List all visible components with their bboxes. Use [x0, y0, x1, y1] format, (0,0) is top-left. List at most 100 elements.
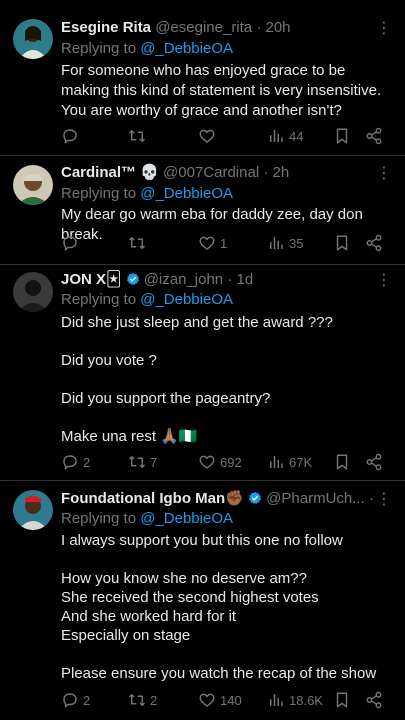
- retweet-icon: [128, 237, 146, 249]
- retweet-button[interactable]: [128, 126, 150, 146]
- reply-button[interactable]: 2: [61, 690, 90, 710]
- share-icon: [366, 691, 382, 709]
- replying-to-prefix: Replying to: [61, 40, 141, 57]
- tweet[interactable]: JON X🃏 @izan_john · 1d ⋮ Replying to @_D…: [0, 265, 405, 480]
- avatar[interactable]: [13, 272, 53, 312]
- tweet-header: Foundational Igbo Man✊🏾 @PharmUch... · 1…: [61, 489, 377, 509]
- replying-to: Replying to @_DebbieOA: [61, 39, 233, 59]
- reply-icon: [63, 693, 77, 708]
- tweet-text: Did she just sleep and get the award ???…: [61, 313, 393, 446]
- verified-icon: [126, 272, 139, 286]
- tweet-text-line: Make una rest 🙏🏽🇳🇬: [61, 428, 198, 445]
- display-name[interactable]: Cardinal™ 💀: [61, 164, 159, 181]
- like-button[interactable]: 1: [198, 233, 227, 253]
- tweet-text-line: Did you vote ?: [61, 352, 157, 369]
- tweet-text-line: Did she just sleep and get the award ???: [61, 314, 333, 331]
- bookmark-button[interactable]: [333, 233, 351, 253]
- handle[interactable]: @PharmUch...: [266, 490, 365, 507]
- separator-dot: ·: [368, 490, 374, 507]
- avatar[interactable]: [13, 19, 53, 59]
- tweet-text-line: For someone who has enjoyed grace to be …: [61, 62, 382, 119]
- like-button[interactable]: 692: [198, 452, 242, 472]
- replying-to: Replying to @_DebbieOA: [61, 509, 233, 529]
- retweet-button[interactable]: [128, 233, 150, 253]
- tweet-text-line: How you know she no deserve am??: [61, 570, 307, 587]
- timestamp[interactable]: 1d: [237, 271, 254, 288]
- like-icon: [199, 129, 215, 143]
- replying-to: Replying to @_DebbieOA: [61, 290, 233, 310]
- views-button[interactable]: 67K: [267, 452, 312, 472]
- more-icon[interactable]: ⋮: [376, 21, 392, 37]
- tweet-text: I always support you but this one no fol…: [61, 531, 393, 683]
- handle[interactable]: @izan_john: [144, 271, 223, 288]
- tweet-text-line: Did you support the pageantry?: [61, 390, 271, 407]
- tweet-text-line: [61, 370, 393, 389]
- like-button[interactable]: [198, 126, 220, 146]
- share-icon: [366, 453, 382, 471]
- separator-dot: ·: [263, 164, 269, 181]
- display-name[interactable]: Esegine Rita: [61, 19, 151, 36]
- bookmark-button[interactable]: [333, 452, 351, 472]
- tweet-text-line: And she worked hard for it: [61, 608, 237, 625]
- views-button[interactable]: 44: [267, 126, 303, 146]
- bookmark-icon: [336, 454, 348, 470]
- reply-button[interactable]: [61, 233, 83, 253]
- views-count: 18.6K: [289, 692, 323, 708]
- replying-to-prefix: Replying to: [61, 291, 141, 308]
- reply-button[interactable]: [61, 126, 83, 146]
- share-button[interactable]: [365, 233, 383, 253]
- avatar[interactable]: [13, 165, 53, 205]
- views-icon: [270, 130, 283, 142]
- reply-button[interactable]: 2: [61, 452, 90, 472]
- tweet-text-line: [61, 408, 393, 427]
- tweet-text-line: Especially on stage: [61, 627, 191, 644]
- tweet-text-line: She received the second highest votes: [61, 589, 319, 606]
- bookmark-button[interactable]: [333, 126, 351, 146]
- retweet-count: 2: [150, 692, 158, 708]
- retweet-icon: [128, 130, 146, 142]
- mention-link[interactable]: @_DebbieOA: [140, 40, 233, 57]
- tweet-actions: 2 2 140 18.6K: [61, 690, 393, 710]
- tweet-text-line: [61, 550, 393, 569]
- handle[interactable]: @esegine_rita: [155, 19, 252, 36]
- like-button[interactable]: 140: [198, 690, 242, 710]
- reply-icon: [63, 129, 77, 144]
- mention-link[interactable]: @_DebbieOA: [140, 291, 233, 308]
- tweet-text-line: [61, 645, 393, 664]
- tweet-text-line: [61, 332, 393, 351]
- display-name[interactable]: Foundational Igbo Man✊🏾: [61, 490, 244, 507]
- retweet-button[interactable]: 7: [128, 452, 157, 472]
- retweet-count: 7: [150, 454, 158, 470]
- like-count: 692: [220, 454, 242, 470]
- tweet[interactable]: Foundational Igbo Man✊🏾 @PharmUch... · 1…: [0, 481, 405, 720]
- handle[interactable]: @007Cardinal: [163, 164, 259, 181]
- retweet-icon: [128, 456, 146, 468]
- share-button[interactable]: [365, 690, 383, 710]
- bookmark-icon: [336, 692, 348, 708]
- timestamp[interactable]: 20h: [266, 19, 291, 36]
- like-icon: [199, 693, 215, 707]
- timestamp[interactable]: 2h: [273, 164, 290, 181]
- reply-count: 2: [83, 454, 91, 470]
- avatar[interactable]: [13, 490, 53, 530]
- views-count: 67K: [289, 454, 313, 470]
- more-icon[interactable]: ⋮: [376, 273, 392, 289]
- display-name[interactable]: JON X🃏: [61, 271, 121, 288]
- tweet-text-line: I always support you but this one no fol…: [61, 532, 343, 549]
- views-count: 44: [289, 128, 304, 144]
- retweet-button[interactable]: 2: [128, 690, 157, 710]
- tweet[interactable]: Cardinal™ 💀 @007Cardinal · 2h ⋮ Replying…: [0, 156, 405, 264]
- share-button[interactable]: [365, 452, 383, 472]
- bookmark-icon: [336, 235, 348, 251]
- mention-link[interactable]: @_DebbieOA: [140, 510, 233, 527]
- views-button[interactable]: 35: [267, 233, 303, 253]
- share-button[interactable]: [365, 126, 383, 146]
- bookmark-button[interactable]: [333, 690, 351, 710]
- more-icon[interactable]: ⋮: [376, 492, 392, 508]
- views-count: 35: [289, 235, 304, 251]
- tweet[interactable]: Esegine Rita @esegine_rita · 20h ⋮ Reply…: [0, 0, 405, 155]
- like-count: 1: [220, 235, 228, 251]
- mention-link[interactable]: @_DebbieOA: [140, 185, 233, 202]
- views-button[interactable]: 18.6K: [267, 690, 323, 710]
- more-icon[interactable]: ⋮: [376, 166, 392, 182]
